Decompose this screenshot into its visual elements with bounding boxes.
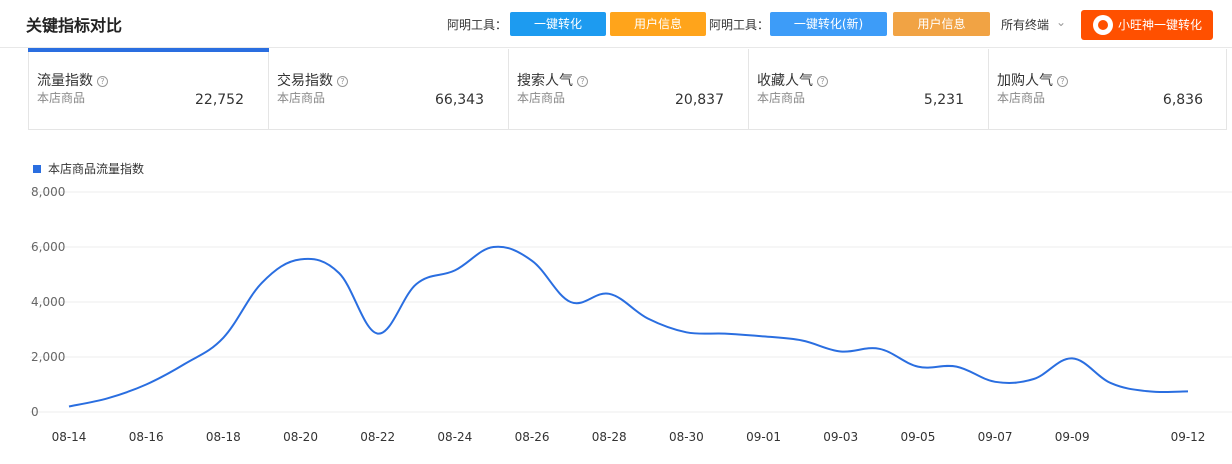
metric-name: 收藏人气 xyxy=(757,73,813,89)
metric-sub: 本店商品 xyxy=(997,91,1046,105)
help-icon[interactable]: ? xyxy=(337,76,348,87)
metric-value: 66,343 xyxy=(435,92,484,108)
x-tick-label: 08-30 xyxy=(669,430,704,444)
metric-sub: 本店商品 xyxy=(37,91,86,105)
chevron-down-icon[interactable]: ⌄ xyxy=(1056,15,1066,29)
metric-value: 20,837 xyxy=(675,92,724,108)
metric-value: 22,752 xyxy=(195,92,244,108)
user-info-button[interactable]: 用户信息 xyxy=(610,12,706,36)
x-tick-label: 08-22 xyxy=(360,430,395,444)
y-tick-label: 6,000 xyxy=(31,240,65,254)
help-icon[interactable]: ? xyxy=(1057,76,1068,87)
terminal-select[interactable]: 所有终端 xyxy=(1001,16,1049,33)
y-tick-label: 8,000 xyxy=(31,185,65,199)
y-tick-label: 0 xyxy=(31,405,39,419)
metric-card-favorites[interactable]: 收藏人气? 本店商品 5,231 xyxy=(749,49,989,129)
series-line[interactable] xyxy=(68,245,1189,408)
metric-value: 6,836 xyxy=(1162,92,1203,108)
line-chart: 8,0006,0004,0002,0000 08-14 08-16 08-18 08-… xyxy=(30,185,1232,444)
metric-sub: 本店商品 xyxy=(517,91,566,105)
x-tick-label: 09-05 xyxy=(900,430,935,444)
x-tick-label: 08-24 xyxy=(437,430,472,444)
x-tick-label: 09-12 xyxy=(1171,430,1206,444)
x-tick-label: 09-09 xyxy=(1055,430,1090,444)
legend-swatch xyxy=(33,165,41,173)
convert-button[interactable]: 一键转化 xyxy=(510,12,606,36)
page-title: 关键指标对比 xyxy=(26,16,123,35)
grid-lines xyxy=(30,191,1232,413)
metric-card-traffic[interactable]: 流量指数? 本店商品 22,752 xyxy=(28,48,269,129)
help-icon[interactable]: ? xyxy=(577,76,588,87)
y-axis: 8,000 6,000 4,000 2,000 0 xyxy=(31,185,65,419)
tool-label-1: 阿明工具： xyxy=(447,18,508,32)
metric-name: 交易指数 xyxy=(277,73,333,89)
x-tick-label: 09-07 xyxy=(978,430,1013,444)
metric-card-search[interactable]: 搜索人气? 本店商品 20,837 xyxy=(509,49,749,129)
metric-name: 流量指数 xyxy=(37,73,93,89)
metric-card-trade[interactable]: 交易指数? 本店商品 66,343 xyxy=(269,49,509,129)
wangshen-convert-button[interactable]: 小旺神一键转化 xyxy=(1081,10,1213,40)
wangwang-logo-icon xyxy=(1093,15,1113,35)
tool-label-2: 阿明工具： xyxy=(709,18,770,32)
metric-name: 搜索人气 xyxy=(517,73,573,89)
metric-sub: 本店商品 xyxy=(757,91,806,105)
x-tick-label: 08-18 xyxy=(206,430,241,444)
metric-card-cart[interactable]: 加购人气? 本店商品 6,836 xyxy=(989,49,1227,129)
x-tick-label: 09-03 xyxy=(823,430,858,444)
user-info-button-2[interactable]: 用户信息 xyxy=(893,12,990,36)
metric-name: 加购人气 xyxy=(997,73,1053,89)
x-tick-label: 08-20 xyxy=(283,430,318,444)
help-icon[interactable]: ? xyxy=(817,76,828,87)
wangshen-button-label: 小旺神一键转化 xyxy=(1118,18,1203,32)
x-axis: 08-14 08-16 08-18 08-20 08-22 08-24 08-26 08-28… xyxy=(52,430,1206,444)
x-tick-label: 09-01 xyxy=(746,430,781,444)
metric-sub: 本店商品 xyxy=(277,91,326,105)
help-icon[interactable]: ? xyxy=(97,76,108,87)
header: 关键指标对比 阿明工具： 一键转化 用户信息 阿明工具： 一键转化(新) 用户信… xyxy=(0,0,1232,48)
chart-legend[interactable]: 本店商品流量指数 xyxy=(33,160,144,177)
x-tick-label: 08-28 xyxy=(592,430,627,444)
x-tick-label: 08-26 xyxy=(515,430,550,444)
legend-label: 本店商品流量指数 xyxy=(48,162,145,176)
metric-cards: 流量指数? 本店商品 22,752 交易指数? 本店商品 66,343 搜索人气… xyxy=(28,48,1227,130)
convert-new-button[interactable]: 一键转化(新) xyxy=(770,12,887,36)
y-tick-label: 2,000 xyxy=(31,350,65,364)
x-tick-label: 08-14 xyxy=(52,430,87,444)
x-tick-label: 08-16 xyxy=(129,430,164,444)
y-tick-label: 4,000 xyxy=(31,295,65,309)
series-layer xyxy=(68,245,1189,408)
metric-value: 5,231 xyxy=(923,92,964,108)
